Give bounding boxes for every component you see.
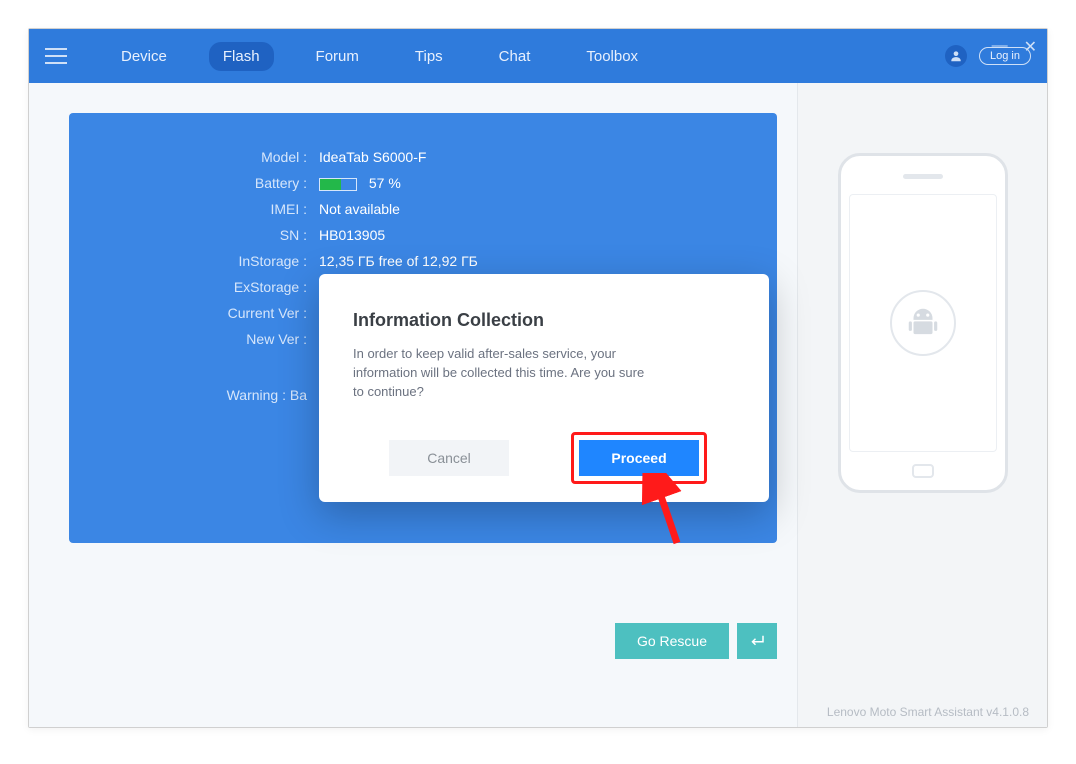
footer-version: Lenovo Moto Smart Assistant v4.1.0.8 [827,705,1029,719]
label-imei: IMEI : [109,201,319,217]
label-warning: Warning : Ba [109,387,319,403]
value-imei: Not available [319,201,737,217]
go-rescue-enter-button[interactable] [737,623,777,659]
battery-icon [319,178,357,191]
enter-icon [748,634,766,648]
dialog-title: Information Collection [353,310,735,331]
nav-tips[interactable]: Tips [401,42,457,71]
label-exstorage: ExStorage : [109,279,319,295]
row-battery: Battery : 57 % [109,175,737,191]
nav-forum[interactable]: Forum [302,42,373,71]
window-controls: — ✕ [992,37,1037,57]
label-currentver: Current Ver : [109,305,319,321]
nav-device[interactable]: Device [107,42,181,71]
value-model: IdeaTab S6000-F [319,149,737,165]
row-model: Model : IdeaTab S6000-F [109,149,737,165]
app-window: Device Flash Forum Tips Chat Toolbox Log… [28,28,1048,728]
row-imei: IMEI : Not available [109,201,737,217]
android-icon [890,290,956,356]
battery-percent: 57 % [369,175,401,191]
dialog-body: In order to keep valid after-sales servi… [353,345,653,402]
phone-illustration [838,153,1008,493]
phone-speaker-icon [903,174,943,179]
label-instorage: InStorage : [109,253,319,269]
proceed-button[interactable]: Proceed [579,440,699,476]
row-sn: SN : HB013905 [109,227,737,243]
dialog-buttons: Cancel Proceed [353,440,735,476]
value-instorage: 12,35 ГБ free of 12,92 ГБ [319,253,737,269]
label-model: Model : [109,149,319,165]
value-battery: 57 % [319,175,737,191]
value-sn: HB013905 [319,227,737,243]
go-rescue-button[interactable]: Go Rescue [615,623,729,659]
user-icon [949,49,963,63]
phone-home-icon [912,464,934,478]
cancel-button[interactable]: Cancel [389,440,509,476]
label-newver: New Ver : [109,331,319,347]
main-nav: Device Flash Forum Tips Chat Toolbox [107,42,652,71]
label-sn: SN : [109,227,319,243]
side-panel: Lenovo Moto Smart Assistant v4.1.0.8 [797,83,1047,727]
row-instorage: InStorage : 12,35 ГБ free of 12,92 ГБ [109,253,737,269]
nav-chat[interactable]: Chat [485,42,545,71]
close-icon[interactable]: ✕ [1024,37,1037,57]
menu-icon[interactable] [45,48,67,64]
label-battery: Battery : [109,175,319,191]
phone-screen [849,194,997,452]
titlebar: Device Flash Forum Tips Chat Toolbox Log… [29,29,1047,83]
go-rescue-group: Go Rescue [615,623,777,659]
info-collection-dialog: Information Collection In order to keep … [319,274,769,502]
minimize-icon[interactable]: — [992,37,1008,57]
nav-toolbox[interactable]: Toolbox [572,42,652,71]
nav-flash[interactable]: Flash [209,42,274,71]
avatar-icon[interactable] [945,45,967,67]
